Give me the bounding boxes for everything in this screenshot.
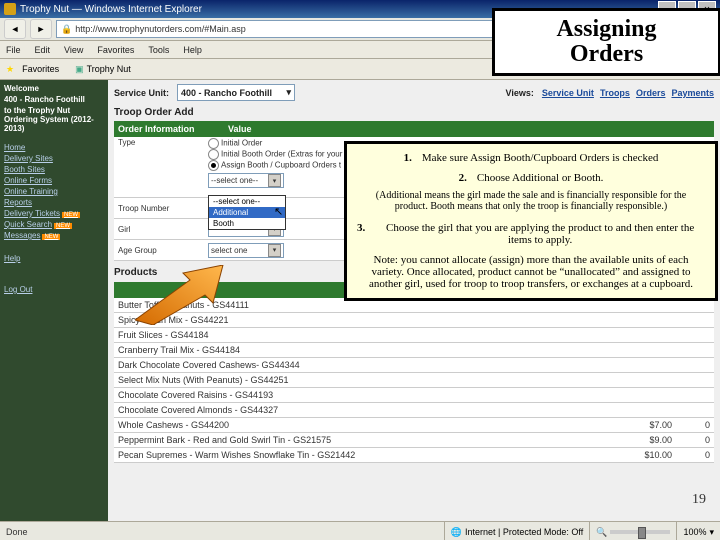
sidebar-item[interactable]: Booth Sites [4,165,104,174]
welcome-line3: to the Trophy Nut Ordering System (2012-… [4,106,104,133]
menu-edit[interactable]: Edit [35,45,51,55]
product-row: Chocolate Covered Almonds - GS44327 [114,403,714,418]
product-row: Chocolate Covered Raisins - GS44193 [114,388,714,403]
product-row: Pecan Supremes - Warm Wishes Snowflake T… [114,448,714,463]
sidebar-item[interactable]: Reports [4,198,104,207]
callout-paren: (Additional means the girl made the sale… [367,190,695,212]
product-row: Dark Chocolate Covered Cashews- GS44344 [114,358,714,373]
product-price: $9.00 [622,435,680,445]
menu-tools[interactable]: Tools [148,45,169,55]
status-done: Done [0,527,444,537]
menu-favorites[interactable]: Favorites [97,45,134,55]
section-title: Troop Order Add [114,107,714,118]
status-internet: 🌐Internet | Protected Mode: Off [444,522,589,540]
sidebar-help[interactable]: Help [4,254,104,263]
callout-body: 1.Make sure Assign Booth/Cupboard Orders… [344,141,718,301]
back-button[interactable]: ◄ [4,19,26,39]
callout-note: Note: you cannot allocate (assign) more … [363,254,699,290]
chevron-down-icon: ▾ [268,174,281,187]
sidebar-item[interactable]: Online Forms [4,176,104,185]
chevron-down-icon: ▾ [287,87,292,98]
product-qty: 0 [680,435,710,445]
cursor-icon: ↖ [274,205,283,218]
welcome-line2: 400 - Rancho Foothill [4,95,104,104]
favorites-label: Favorites [22,64,59,74]
product-desc: Select Mix Nuts (With Peanuts) - GS44251 [118,375,622,385]
product-desc: Dark Chocolate Covered Cashews- GS44344 [118,360,622,370]
product-row: Cranberry Trail Mix - GS44184 [114,343,714,358]
option-booth[interactable]: Booth [209,218,285,229]
menu-file[interactable]: File [6,45,21,55]
product-desc: Fruit Slices - GS44184 [118,330,622,340]
sidebar: Welcome 400 - Rancho Foothill to the Tro… [0,80,108,521]
menu-help[interactable]: Help [183,45,202,55]
product-qty: 0 [680,450,710,460]
menu-view[interactable]: View [64,45,83,55]
product-row: Whole Cashews - GS44200$7.000 [114,418,714,433]
product-row: Fruit Slices - GS44184 [114,328,714,343]
sidebar-item[interactable]: Online Training [4,187,104,196]
girl-label: Girl [114,225,208,234]
status-bar: Done 🌐Internet | Protected Mode: Off 🔍 1… [0,521,720,540]
sidebar-item[interactable]: MessagesNEW [4,231,104,240]
product-row: Peppermint Bark - Red and Gold Swirl Tin… [114,433,714,448]
sidebar-logout[interactable]: Log Out [4,285,104,294]
app-favicon [4,3,16,15]
product-desc: Chocolate Covered Almonds - GS44327 [118,405,622,415]
new-badge: NEW [62,212,80,218]
callout-step2: Choose Additional or Booth. [477,172,604,184]
welcome-line1: Welcome [4,84,104,93]
age-select[interactable]: select one▾ [208,243,284,258]
troop-label: Troop Number [114,204,208,213]
favorite-item-label: Trophy Nut [87,64,131,74]
sidebar-item[interactable]: Quick SearchNEW [4,220,104,229]
sidebar-item[interactable]: Delivery TicketsNEW [4,209,104,218]
annotation-arrow-icon [135,265,225,327]
new-badge: NEW [42,234,60,240]
slide-number: 19 [692,492,706,508]
view-troops[interactable]: Troops [600,88,630,98]
sidebar-item[interactable]: Delivery Sites [4,154,104,163]
status-zoom-group[interactable]: 🔍 [589,522,676,540]
product-desc: Peppermint Bark - Red and Gold Swirl Tin… [118,435,622,445]
globe-icon: 🌐 [451,527,462,538]
zoom-slider[interactable] [610,530,670,534]
favorites-star-icon[interactable]: ★ [6,64,14,75]
forward-button[interactable]: ► [30,19,52,39]
product-desc: Whole Cashews - GS44200 [118,420,622,430]
views-label: Views: [506,88,534,98]
age-label: Age Group [114,246,208,255]
callout-step3: Choose the girl that you are applying th… [375,222,705,246]
arrow-left-icon: ◄ [11,24,20,34]
sidebar-item[interactable]: Home [4,143,104,152]
callout-title: Assigning Orders [492,8,720,76]
service-unit-label: Service Unit: [114,88,169,98]
top-controls: Service Unit: 400 - Rancho Foothill▾ Vie… [114,84,714,101]
view-orders[interactable]: Orders [636,88,666,98]
favorite-item[interactable]: ▣ Trophy Nut [75,64,131,75]
product-desc: Chocolate Covered Raisins - GS44193 [118,390,622,400]
product-price: $7.00 [622,420,680,430]
product-desc: Cranberry Trail Mix - GS44184 [118,345,622,355]
lock-icon: 🔒 [61,24,72,35]
url-text: http://www.trophynutorders.com/#Main.asp [75,24,246,34]
view-payments[interactable]: Payments [671,88,714,98]
service-unit-select[interactable]: 400 - Rancho Foothill▾ [177,84,295,101]
view-service-unit[interactable]: Service Unit [542,88,594,98]
product-row: Select Mix Nuts (With Peanuts) - GS44251 [114,373,714,388]
callout-step1: Make sure Assign Booth/Cupboard Orders i… [422,152,658,164]
magnifier-icon: 🔍 [596,527,607,538]
product-price: $10.00 [622,450,680,460]
product-desc: Pecan Supremes - Warm Wishes Snowflake T… [118,450,622,460]
order-info-header: Order Information Value [114,121,714,137]
status-zoom[interactable]: 100% ▾ [676,522,720,540]
product-qty: 0 [680,420,710,430]
new-badge: NEW [54,223,72,229]
arrow-right-icon: ► [37,24,46,34]
type-select[interactable]: --select one--▾ [208,173,284,188]
chevron-down-icon: ▾ [268,244,281,257]
page-icon: ▣ [75,64,84,75]
type-label: Type [114,138,208,147]
